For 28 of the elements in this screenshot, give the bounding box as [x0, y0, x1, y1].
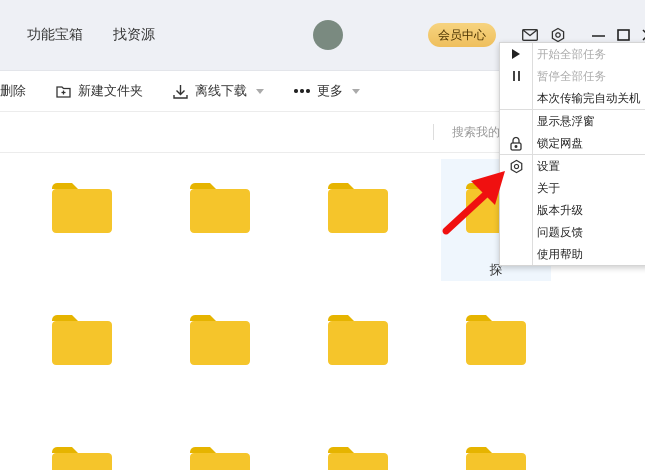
folder-icon[interactable]	[328, 315, 388, 365]
pause-icon	[512, 71, 520, 81]
maximize-icon[interactable]	[617, 29, 630, 41]
folder-icon[interactable]	[52, 183, 112, 233]
play-icon	[512, 49, 520, 59]
download-icon	[173, 84, 188, 98]
toolbar-button[interactable]: 离线下载	[173, 82, 264, 100]
nav-tab[interactable]: 找资源	[113, 26, 155, 44]
toolbar-button[interactable]: 新建文件夹	[56, 82, 143, 100]
folder-icon[interactable]	[190, 315, 250, 365]
toolbar-button[interactable]: 更多	[294, 82, 360, 100]
caret-icon	[256, 88, 264, 94]
more-dots-icon	[294, 89, 310, 93]
caret-icon	[352, 88, 360, 94]
menu-item[interactable]: 本次传输完自动关机	[500, 87, 645, 109]
folder-icon[interactable]	[466, 315, 526, 365]
avatar[interactable]	[313, 20, 343, 50]
mail-icon[interactable]	[522, 29, 538, 41]
folder-plus-icon	[56, 84, 71, 98]
nav-tab[interactable]: 功能宝箱	[27, 26, 83, 44]
folder-icon[interactable]	[190, 183, 250, 233]
toolbar-button[interactable]: 删除	[0, 82, 26, 100]
settings-icon[interactable]	[550, 27, 566, 43]
settings-icon[interactable]	[508, 158, 524, 174]
folder-icon[interactable]	[52, 315, 112, 365]
vip-center-button[interactable]: 会员中心	[428, 23, 496, 47]
lock-icon	[510, 136, 522, 150]
folder-icon[interactable]	[328, 183, 388, 233]
